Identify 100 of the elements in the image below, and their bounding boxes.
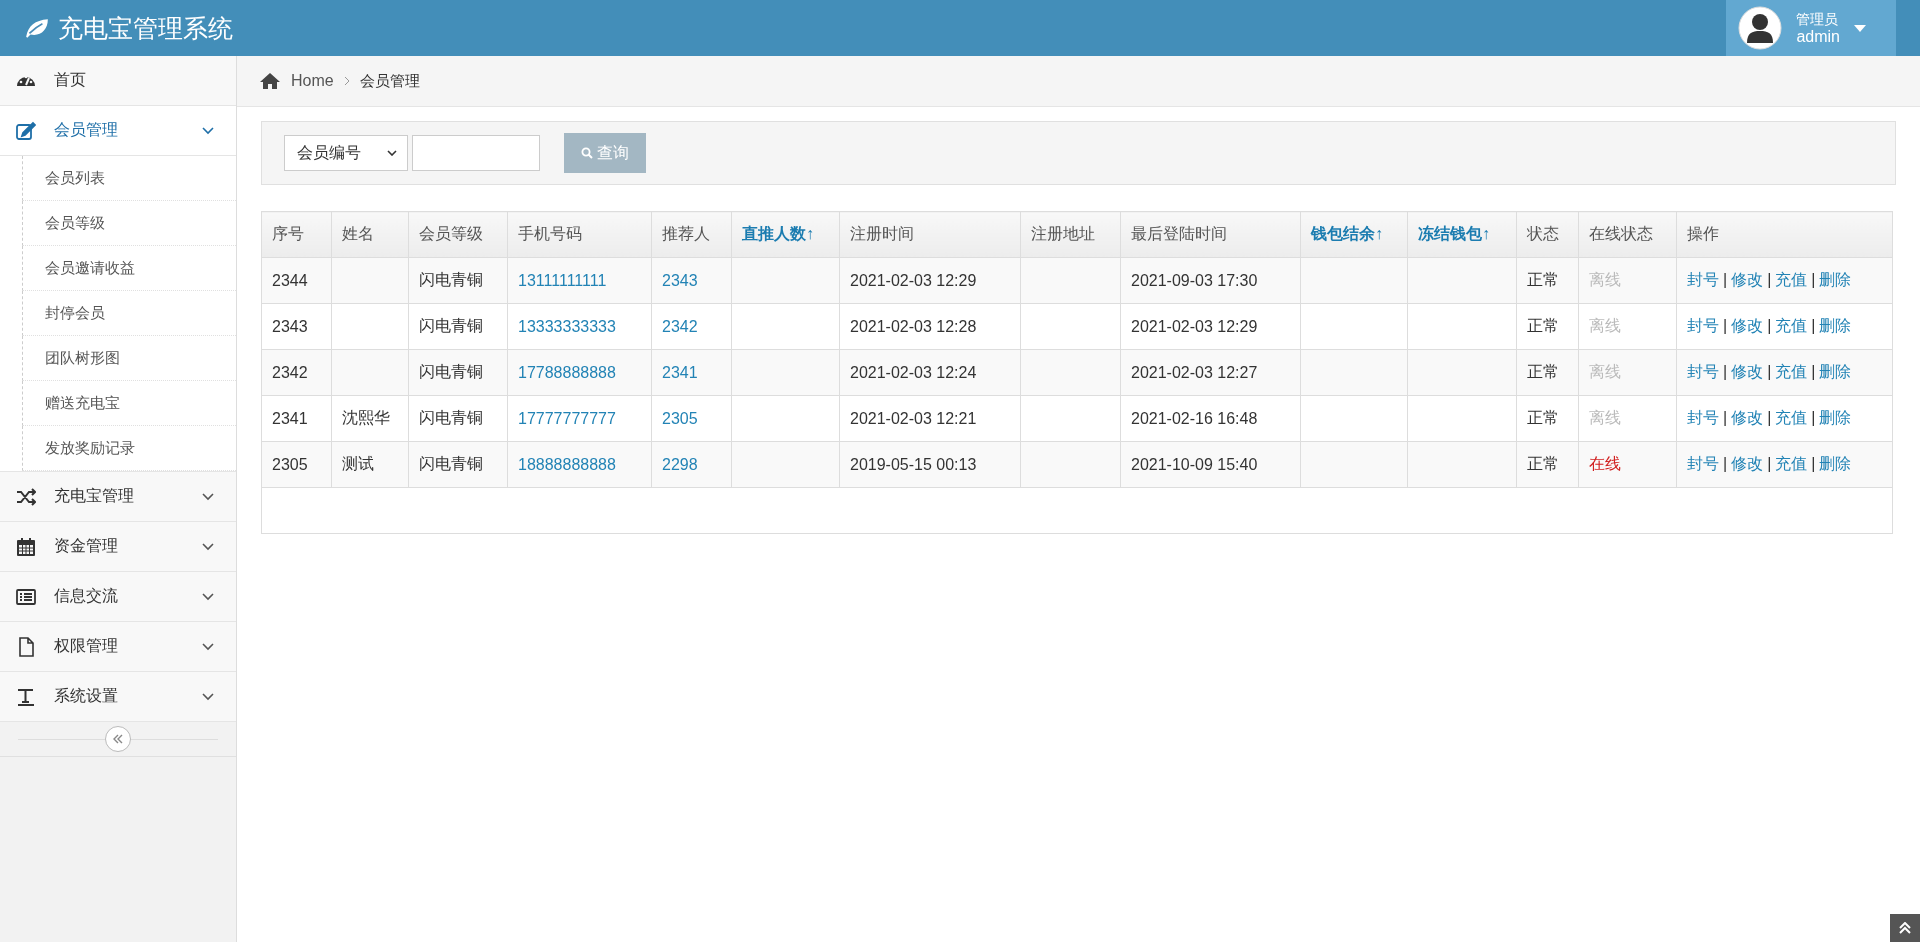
sidebar-item[interactable]: 资金管理 xyxy=(0,522,236,572)
table-cell: 正常 xyxy=(1516,303,1579,350)
separator-text: | xyxy=(1811,409,1816,426)
referrer-link[interactable]: 2305 xyxy=(662,409,698,427)
search-input[interactable] xyxy=(412,135,540,171)
action-link[interactable]: 充值 xyxy=(1775,409,1808,426)
action-link[interactable]: 删除 xyxy=(1819,317,1852,334)
sortable-column-header[interactable]: 冻结钱包↑ xyxy=(1407,211,1517,258)
action-link[interactable]: 修改 xyxy=(1731,317,1764,334)
submenu-item[interactable]: 封停会员 xyxy=(22,291,236,336)
sidebar-item[interactable]: 信息交流 xyxy=(0,572,236,622)
sortable-column-header[interactable]: 钱包结余↑ xyxy=(1300,211,1408,258)
action-link[interactable]: 充值 xyxy=(1775,271,1808,288)
collapse-sidebar-button[interactable] xyxy=(105,726,131,752)
caret-icon xyxy=(1854,24,1866,32)
sidebar-item[interactable]: 充电宝管理 xyxy=(0,472,236,522)
online-status: 离线 xyxy=(1589,363,1621,380)
action-link[interactable]: 修改 xyxy=(1731,409,1764,426)
table-cell: 闪电青铜 xyxy=(408,349,508,396)
table-cell: 2341 xyxy=(261,395,332,442)
action-link[interactable]: 充值 xyxy=(1775,455,1808,472)
table-cell: 正常 xyxy=(1516,349,1579,396)
separator-text: | xyxy=(1723,455,1728,472)
back-to-top-button[interactable] xyxy=(1890,914,1920,942)
online-status: 离线 xyxy=(1589,409,1621,426)
action-link[interactable]: 删除 xyxy=(1819,455,1852,472)
table-cell: 沈熙华 xyxy=(331,395,409,442)
column-header: 序号 xyxy=(261,211,332,258)
user-name: admin xyxy=(1796,28,1840,45)
action-link[interactable]: 封号 xyxy=(1687,409,1719,426)
table-cell: 2021-02-03 12:29 xyxy=(1120,303,1301,350)
action-link[interactable]: 封号 xyxy=(1687,363,1719,380)
double-chevron-left-icon xyxy=(112,734,124,744)
column-header: 推荐人 xyxy=(651,211,732,258)
sidebar-item[interactable]: 系统设置 xyxy=(0,672,236,722)
table-cell: 闪电青铜 xyxy=(408,441,508,488)
submenu-item[interactable]: 会员列表 xyxy=(22,156,236,201)
menu-item-icon xyxy=(16,536,36,557)
separator-text: | xyxy=(1723,363,1728,380)
menu-item-icon xyxy=(16,486,36,507)
table-cell: 2021-02-03 12:27 xyxy=(1120,349,1301,396)
table-cell: 2343 xyxy=(261,303,332,350)
referrer-link[interactable]: 2341 xyxy=(662,363,698,381)
submenu-item[interactable]: 会员等级 xyxy=(22,201,236,246)
online-status: 离线 xyxy=(1589,271,1621,288)
chevron-icon xyxy=(202,692,214,701)
action-link[interactable]: 删除 xyxy=(1819,409,1852,426)
submenu-item[interactable]: 会员邀请收益 xyxy=(22,246,236,291)
user-menu[interactable]: 管理员 admin xyxy=(1726,0,1896,56)
home-icon xyxy=(259,72,281,90)
menu-item-icon xyxy=(16,120,36,141)
table-cell: 闪电青铜 xyxy=(408,257,508,304)
column-header: 会员等级 xyxy=(408,211,508,258)
breadcrumb-link[interactable]: Home xyxy=(291,72,334,90)
action-link[interactable]: 封号 xyxy=(1687,455,1719,472)
table-cell: 2021-02-03 12:24 xyxy=(839,349,1021,396)
menu-item-icon xyxy=(16,586,36,607)
referrer-link[interactable]: 2343 xyxy=(662,271,698,289)
table-cell: 2019-05-15 00:13 xyxy=(839,441,1021,488)
column-header: 注册地址 xyxy=(1020,211,1121,258)
table-cell: 2021-02-16 16:48 xyxy=(1120,395,1301,442)
chevron-icon xyxy=(202,592,214,601)
avatar-icon xyxy=(1738,6,1783,50)
action-link[interactable]: 删除 xyxy=(1819,271,1852,288)
action-link[interactable]: 修改 xyxy=(1731,455,1764,472)
table-cell: 2021-10-09 15:40 xyxy=(1120,441,1301,488)
online-status: 在线 xyxy=(1589,455,1621,472)
column-header: 状态 xyxy=(1516,211,1579,258)
sidebar-item[interactable]: 首页 xyxy=(0,56,236,106)
separator-text: | xyxy=(1723,271,1728,288)
submenu-item[interactable]: 发放奖励记录 xyxy=(22,426,236,471)
separator-text: | xyxy=(1811,317,1816,334)
table-cell: 闪电青铜 xyxy=(408,395,508,442)
action-link[interactable]: 删除 xyxy=(1819,363,1852,380)
column-header: 手机号码 xyxy=(507,211,652,258)
action-link[interactable]: 修改 xyxy=(1731,363,1764,380)
action-link[interactable]: 充值 xyxy=(1775,363,1808,380)
referrer-link[interactable]: 2298 xyxy=(662,455,698,473)
user-role: 管理员 xyxy=(1796,11,1840,28)
referrer-link[interactable]: 2342 xyxy=(662,317,698,335)
submenu-item[interactable]: 赠送充电宝 xyxy=(22,381,236,426)
sidebar-item[interactable]: 权限管理 xyxy=(0,622,236,672)
column-header: 操作 xyxy=(1676,211,1893,258)
table-cell: 2342 xyxy=(261,349,332,396)
action-link[interactable]: 修改 xyxy=(1731,271,1764,288)
column-header: 注册时间 xyxy=(839,211,1021,258)
action-link[interactable]: 封号 xyxy=(1687,317,1719,334)
submenu-item[interactable]: 团队树形图 xyxy=(22,336,236,381)
chevron-icon xyxy=(202,492,214,501)
action-link[interactable]: 充值 xyxy=(1775,317,1808,334)
separator-text: | xyxy=(1723,409,1728,426)
table-cell: 2021-02-03 12:21 xyxy=(839,395,1021,442)
separator-text: | xyxy=(1767,455,1772,472)
sortable-column-header[interactable]: 直推人数↑ xyxy=(731,211,840,258)
action-link[interactable]: 封号 xyxy=(1687,271,1719,288)
separator-text: | xyxy=(1767,271,1772,288)
separator-text: | xyxy=(1767,363,1772,380)
search-field-select[interactable]: 会员编号 xyxy=(284,135,408,171)
online-status: 离线 xyxy=(1589,317,1621,334)
sidebar-item[interactable]: 会员管理 xyxy=(0,106,236,156)
